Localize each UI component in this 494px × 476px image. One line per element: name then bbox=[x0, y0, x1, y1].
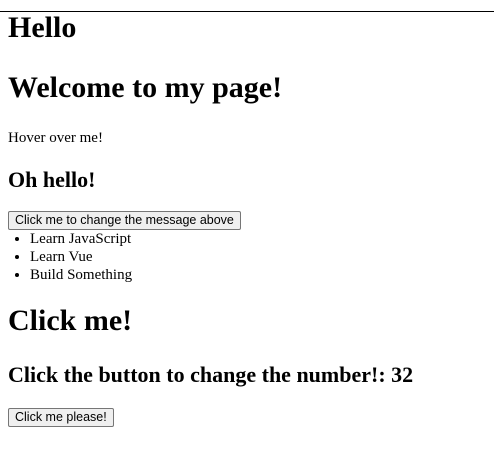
number-value: 32 bbox=[391, 362, 414, 387]
page-content: Hello Welcome to my page! Hover over me!… bbox=[0, 11, 494, 427]
click-please-button[interactable]: Click me please! bbox=[8, 408, 114, 427]
hello-heading: Hello bbox=[8, 11, 77, 44]
change-message-button[interactable]: Click me to change the message above bbox=[8, 211, 241, 230]
list-item: Learn Vue bbox=[30, 248, 486, 266]
number-heading: Click the button to change the number!: … bbox=[8, 362, 486, 388]
hover-text[interactable]: Hover over me! bbox=[8, 129, 486, 147]
learn-list: Learn JavaScript Learn Vue Build Somethi… bbox=[8, 230, 486, 284]
welcome-heading: Welcome to my page! bbox=[8, 71, 283, 104]
list-item: Build Something bbox=[30, 266, 486, 284]
number-label: Click the button to change the number!: bbox=[8, 362, 392, 387]
click-me-heading[interactable]: Click me! bbox=[8, 304, 486, 338]
message-heading: Oh hello! bbox=[8, 167, 96, 192]
list-item: Learn JavaScript bbox=[30, 230, 486, 248]
top-border bbox=[0, 11, 494, 12]
